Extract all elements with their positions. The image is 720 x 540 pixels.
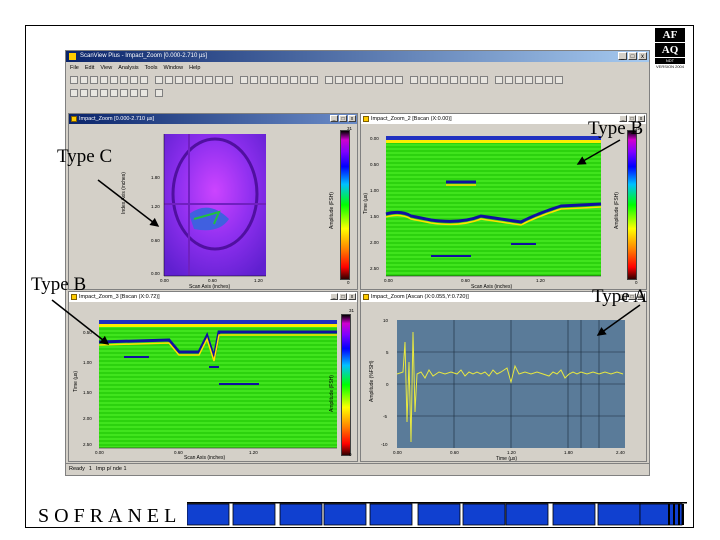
footer-block [323,503,367,526]
footer-block [232,503,276,526]
label-type-b-top: Type B [588,118,644,139]
footer-block [279,503,323,526]
footer-block [505,503,549,526]
footer-block [552,503,596,526]
sofranel-brand: SOFRANEL [38,505,182,527]
annotation-arrows [51,139,641,345]
type-b-left-arrow [51,299,110,345]
label-type-b-left: Type B [31,274,87,295]
footer-line [187,502,687,504]
footer-decoration [187,502,687,526]
type-b-top-arrow [576,139,621,165]
label-type-a: Type A [592,286,648,307]
footer-block [417,503,461,526]
footer-block [462,503,506,526]
footer-bar [678,504,680,525]
footer-block [639,503,683,526]
type-a-arrow [596,304,641,336]
footer-bar [668,504,670,525]
type-c-arrow [97,179,160,227]
footer-block [187,503,230,526]
footer-block [597,503,641,526]
footer-bar [682,504,684,525]
footer-bar [673,504,675,525]
footer-block [369,503,413,526]
label-type-c: Type C [57,146,113,167]
